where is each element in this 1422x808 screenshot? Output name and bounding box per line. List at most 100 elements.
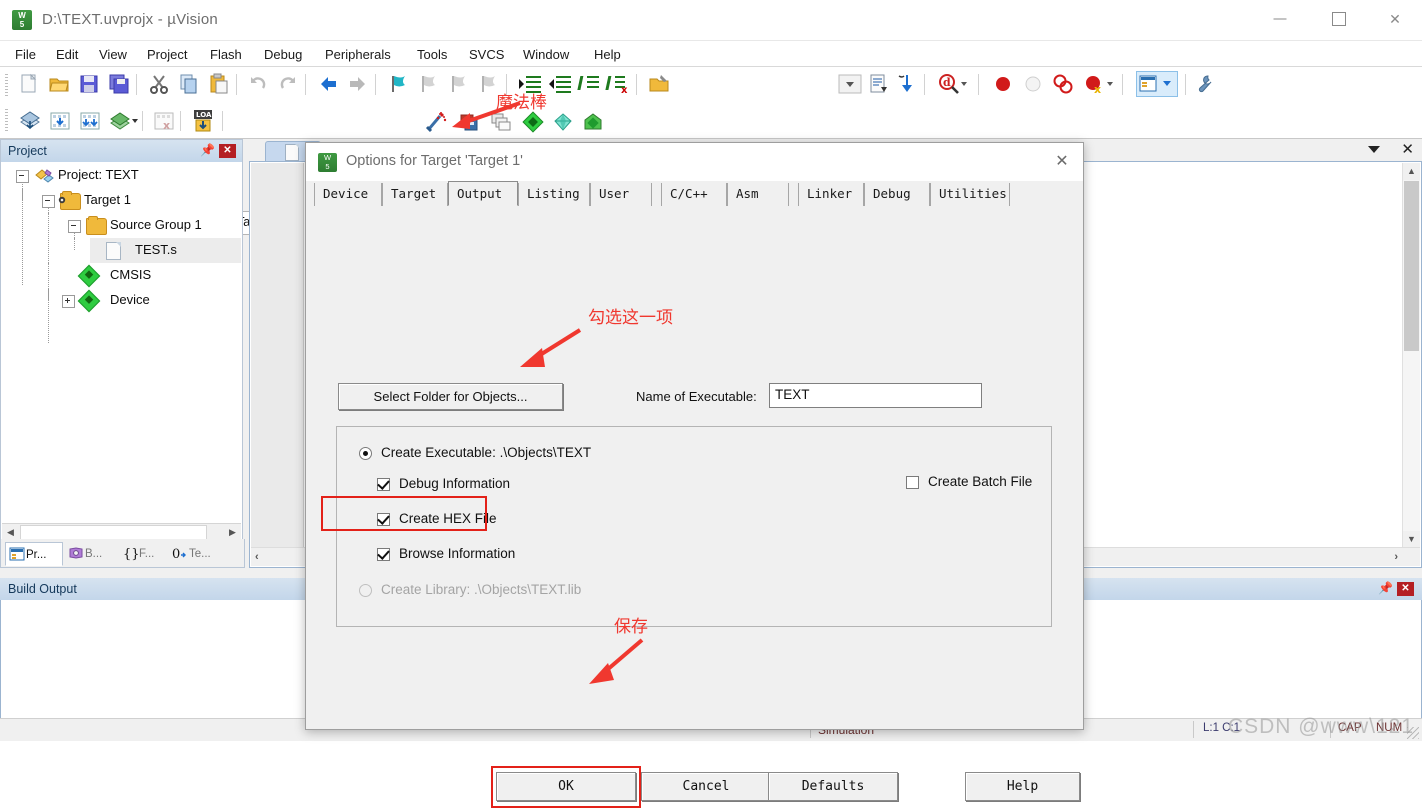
bookmark-next-icon[interactable]: [447, 73, 469, 95]
build-icon[interactable]: [48, 110, 70, 132]
expander-plus-icon[interactable]: [62, 295, 75, 308]
tab-asm[interactable]: Asm: [727, 183, 789, 206]
diamond-cyan-icon[interactable]: [552, 111, 574, 133]
menu-item-help[interactable]: Help: [589, 45, 626, 64]
stop-build-icon[interactable]: x: [152, 110, 174, 132]
save-icon[interactable]: [78, 73, 100, 95]
menu-item-window[interactable]: Window: [518, 45, 574, 64]
undo-icon[interactable]: [247, 73, 269, 95]
bookmark-prev-icon[interactable]: [417, 73, 439, 95]
menu-item-edit[interactable]: Edit: [51, 45, 83, 64]
navigate-back-icon[interactable]: [317, 73, 339, 95]
help-button[interactable]: Help: [965, 772, 1080, 801]
tree-item-source-group[interactable]: Source Group 1: [2, 213, 241, 238]
dialog-close-button[interactable]: ✕: [1051, 152, 1073, 172]
expander-minus-icon[interactable]: [16, 170, 29, 183]
scroll-up-icon[interactable]: ▲: [1403, 163, 1420, 180]
create-executable-radio[interactable]: [359, 447, 372, 460]
comment-icon[interactable]: [577, 73, 602, 95]
tab-c-cpp[interactable]: C/C++: [661, 183, 727, 206]
outdent-icon[interactable]: [548, 73, 571, 95]
expander-minus-icon[interactable]: [68, 220, 81, 233]
paste-icon[interactable]: [208, 73, 230, 95]
menu-item-view[interactable]: View: [94, 45, 132, 64]
close-icon[interactable]: ✕: [1401, 141, 1414, 159]
breakpoint-killall-icon[interactable]: [1052, 73, 1074, 95]
chevron-down-icon[interactable]: [1368, 146, 1380, 153]
menu-item-flash[interactable]: Flash: [205, 45, 247, 64]
insert-file-icon[interactable]: [868, 73, 890, 95]
tree-item-target[interactable]: Target 1: [2, 188, 241, 213]
redo-icon[interactable]: [277, 73, 299, 95]
tree-item-cmsis[interactable]: CMSIS: [2, 263, 241, 288]
tab-device[interactable]: Device: [314, 183, 382, 206]
close-button[interactable]: ✕: [1372, 0, 1418, 38]
tab-project[interactable]: Pr...: [5, 542, 63, 566]
tab-debug[interactable]: Debug: [864, 183, 930, 206]
close-icon[interactable]: ✕: [1397, 582, 1414, 596]
configure-wizard-icon[interactable]: [1194, 73, 1216, 95]
toolbar-grip[interactable]: [5, 74, 8, 96]
tree-item-source-file[interactable]: TEST.s: [2, 238, 241, 263]
tab-target[interactable]: Target: [382, 183, 448, 206]
multi-project-icon[interactable]: [490, 111, 512, 133]
save-all-icon[interactable]: [108, 73, 130, 95]
tab-books[interactable]: B...: [65, 542, 117, 566]
tab-listing[interactable]: Listing: [518, 183, 590, 206]
menu-item-project[interactable]: Project: [142, 45, 192, 64]
tab-linker[interactable]: Linker: [798, 183, 864, 206]
open-file-icon[interactable]: [48, 73, 70, 95]
breakpoint-insert-icon[interactable]: [992, 73, 1014, 95]
maximize-button[interactable]: [1316, 0, 1362, 38]
scroll-down-icon[interactable]: ▼: [1403, 531, 1420, 548]
browse-information-checkbox[interactable]: [377, 548, 390, 561]
dropdown-toggle-icon[interactable]: [838, 73, 862, 95]
tree-item-project[interactable]: Project: TEXT: [2, 163, 241, 188]
copy-icon[interactable]: [178, 73, 200, 95]
tab-utilities[interactable]: Utilities: [930, 183, 1010, 206]
debug-information-checkbox[interactable]: [377, 478, 390, 491]
select-folder-for-objects-button[interactable]: Select Folder for Objects...: [338, 383, 563, 410]
create-batch-file-checkbox[interactable]: [906, 476, 919, 489]
cancel-button[interactable]: Cancel: [641, 772, 771, 801]
download-icon[interactable]: LOAD: [190, 108, 217, 134]
manage-runtime-icon[interactable]: [459, 111, 481, 133]
find-in-files-icon[interactable]: d: [938, 73, 967, 95]
tree-item-device[interactable]: Device: [2, 288, 241, 313]
new-file-icon[interactable]: [18, 73, 40, 95]
menu-item-svcs[interactable]: SVCS: [464, 45, 509, 64]
tab-functions[interactable]: {} F...: [119, 542, 167, 566]
batch-build-icon[interactable]: [108, 110, 138, 132]
menu-item-tools[interactable]: Tools: [412, 45, 452, 64]
menu-item-file[interactable]: File: [10, 45, 41, 64]
menu-item-peripherals[interactable]: Peripherals: [320, 45, 396, 64]
expander-minus-icon[interactable]: [42, 195, 55, 208]
scroll-right-icon[interactable]: ›: [1394, 548, 1398, 566]
build-toolbar-grip[interactable]: [5, 109, 8, 131]
tab-templates[interactable]: 0 Te...: [169, 542, 224, 566]
editor-vertical-scrollbar[interactable]: ▲ ▼: [1402, 163, 1420, 548]
magic-wand-icon[interactable]: [425, 111, 447, 133]
uncomment-icon[interactable]: x: [605, 73, 630, 96]
translate-icon[interactable]: [18, 110, 40, 132]
bookmark-toggle-icon[interactable]: [387, 73, 409, 95]
menu-item-debug[interactable]: Debug: [259, 45, 307, 64]
goto-definition-icon[interactable]: [896, 73, 918, 95]
pin-icon[interactable]: 📌: [1378, 582, 1393, 596]
target-options-icon[interactable]: [522, 111, 544, 133]
breakpoint-disableall-icon[interactable]: x: [1083, 73, 1113, 96]
close-icon[interactable]: ✕: [219, 144, 236, 158]
tab-output[interactable]: Output: [448, 181, 518, 206]
tab-user[interactable]: User: [590, 183, 652, 206]
navigate-forward-icon[interactable]: [347, 73, 369, 95]
resize-grip[interactable]: [1407, 727, 1419, 739]
cut-icon[interactable]: [148, 73, 170, 95]
scroll-left-icon[interactable]: ‹: [255, 548, 259, 566]
minimize-button[interactable]: [1257, 0, 1303, 38]
pin-icon[interactable]: 📌: [200, 144, 215, 158]
project-window-icon[interactable]: [1136, 71, 1178, 97]
scrollbar-thumb[interactable]: [1404, 181, 1419, 351]
name-of-executable-field[interactable]: TEXT: [769, 383, 982, 408]
rebuild-icon[interactable]: [78, 110, 100, 132]
configure-icon[interactable]: [648, 73, 670, 95]
